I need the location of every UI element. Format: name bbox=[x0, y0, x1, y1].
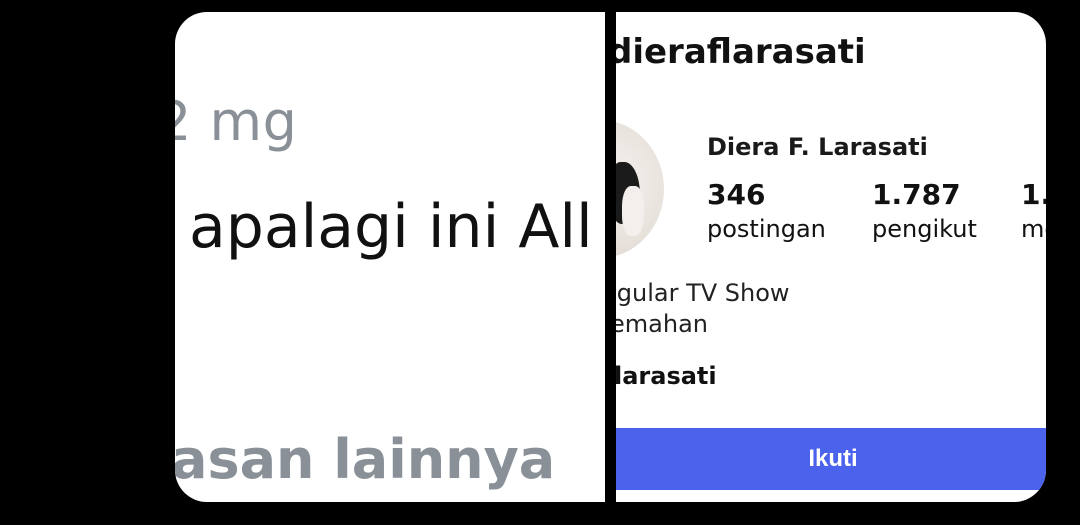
stat-following[interactable]: 1.4 mengikuti bbox=[1021, 178, 1046, 246]
stat-followers-label: pengikut bbox=[872, 215, 977, 243]
bio-line: emahan bbox=[616, 310, 708, 338]
avatar[interactable] bbox=[616, 120, 664, 258]
stat-posts[interactable]: 346 postingan bbox=[707, 178, 826, 246]
stat-posts-value: 346 bbox=[707, 178, 766, 211]
stat-followers[interactable]: 1.787 pengikut bbox=[872, 178, 977, 246]
stat-following-value: 1.4 bbox=[1021, 178, 1046, 211]
message-text: apalagi ini All bbox=[189, 192, 593, 262]
bio-name: larasati bbox=[616, 362, 717, 390]
profile-username: dieraflarasati bbox=[616, 32, 866, 72]
follow-button[interactable]: Ikuti bbox=[616, 428, 1046, 490]
avatar-face bbox=[622, 186, 644, 236]
profile-display-name: Diera F. Larasati bbox=[707, 133, 928, 161]
panel-divider bbox=[605, 0, 616, 525]
more-link[interactable]: asan lainnya bbox=[175, 428, 555, 491]
screenshot-collage: 2 mg apalagi ini All asan lainnya dieraf… bbox=[0, 0, 1080, 525]
profile-panel: dieraflarasati Diera F. Larasati 346 pos… bbox=[616, 12, 1046, 502]
dose-text: 2 mg bbox=[175, 90, 298, 153]
stat-posts-label: postingan bbox=[707, 215, 826, 243]
bio-line: egular TV Show bbox=[616, 279, 790, 307]
stat-followers-value: 1.787 bbox=[872, 178, 961, 211]
chat-panel: 2 mg apalagi ini All asan lainnya bbox=[175, 12, 615, 502]
stat-following-label: mengikuti bbox=[1021, 215, 1046, 243]
